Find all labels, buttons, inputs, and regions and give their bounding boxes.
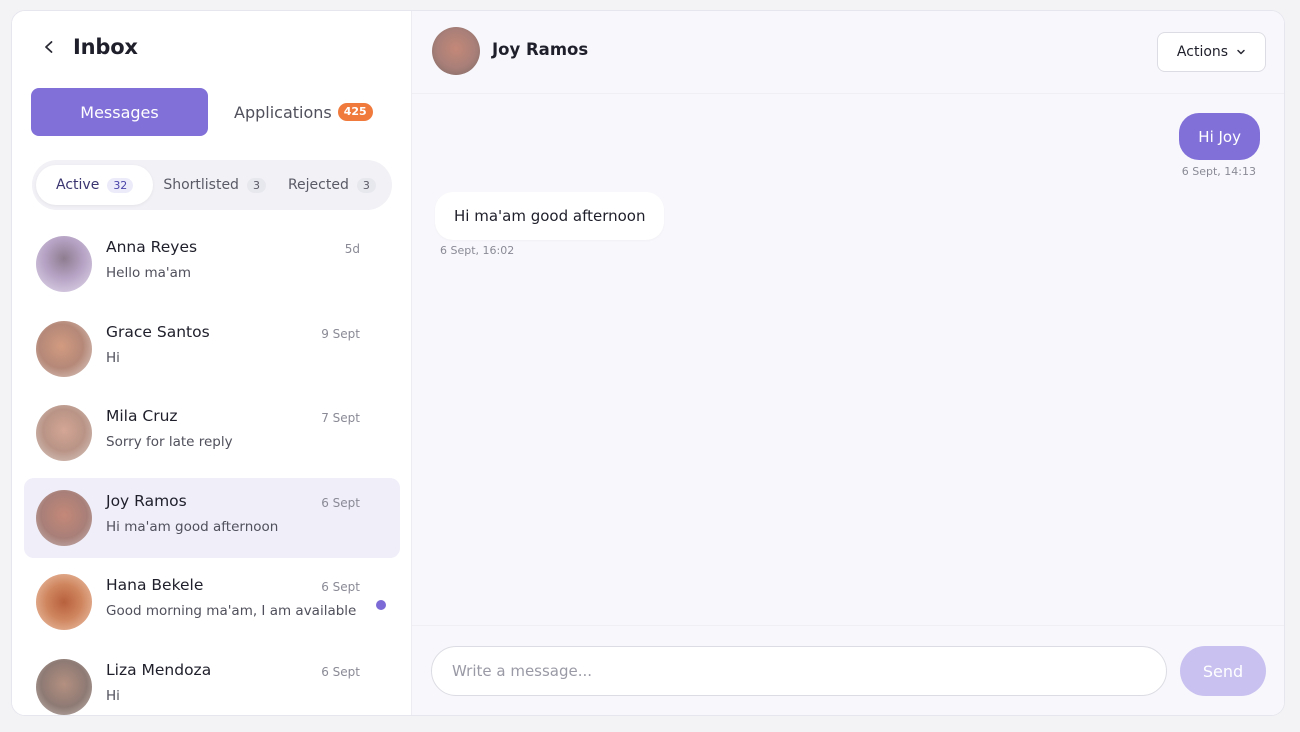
conversation-name: Grace Santos xyxy=(106,322,210,341)
conversation-time: 9 Sept xyxy=(321,326,360,341)
conversation-name: Joy Ramos xyxy=(106,491,187,510)
chat-header: Joy Ramos Actions xyxy=(412,11,1284,94)
incoming-message-bubble: Hi ma'am good afternoon xyxy=(435,192,665,240)
conversation-preview: Hi xyxy=(106,349,120,366)
conversation-item[interactable]: Mila Cruz Sorry for late reply 7 Sept xyxy=(24,393,400,473)
inbox-sidebar: Inbox Messages Applications 425 Active 3… xyxy=(12,11,412,715)
message-composer: Send xyxy=(412,625,1284,715)
chevron-down-icon xyxy=(1236,47,1246,57)
avatar xyxy=(36,320,92,377)
conversation-time: 6 Sept xyxy=(321,580,360,594)
status-filter-bar: Active 32 Shortlisted 3 Rejected 3 xyxy=(32,160,392,210)
app-window: Inbox Messages Applications 425 Active 3… xyxy=(11,10,1285,716)
contact-name: Joy Ramos xyxy=(492,40,589,59)
filter-shortlisted[interactable]: Shortlisted 3 xyxy=(153,165,276,205)
conversation-preview: Hi ma'am good afternoon xyxy=(106,518,279,535)
conversation-name: Mila Cruz xyxy=(106,407,178,425)
conversation-time: 6 Sept xyxy=(321,495,360,510)
incoming-message-time: 6 Sept, 16:02 xyxy=(440,244,515,257)
conversation-name: Liza Mendoza xyxy=(106,660,212,679)
tab-applications[interactable]: Applications 425 xyxy=(234,103,373,122)
conversation-preview: Hi xyxy=(106,687,120,704)
conversation-time: 7 Sept xyxy=(321,411,360,425)
conversation-preview: Good morning ma'am, I am available xyxy=(106,603,357,619)
filter-shortlisted-label: Shortlisted xyxy=(163,177,239,193)
conversation-item-selected[interactable]: Joy Ramos Hi ma'am good afternoon 6 Sept xyxy=(24,477,400,558)
tab-applications-label: Applications xyxy=(234,102,332,122)
conversation-time: 6 Sept xyxy=(321,664,360,679)
conversation-name: Hana Bekele xyxy=(106,576,204,594)
send-button[interactable]: Send xyxy=(1180,646,1266,696)
outgoing-message-time: 6 Sept, 14:13 xyxy=(1181,165,1256,178)
conversation-preview: Sorry for late reply xyxy=(106,434,233,450)
conversation-list: Anna Reyes Hello ma'am 5d Grace Santos H… xyxy=(24,224,400,716)
message-input[interactable] xyxy=(431,646,1167,696)
avatar xyxy=(36,405,92,461)
outgoing-message-bubble: Hi Joy xyxy=(1179,113,1260,160)
unread-indicator xyxy=(376,600,386,610)
conversation-time: 5d xyxy=(344,242,360,256)
filter-active[interactable]: Active 32 xyxy=(36,165,154,205)
page-title: Inbox xyxy=(73,35,138,59)
actions-label: Actions xyxy=(1176,44,1229,60)
filter-active-count: 32 xyxy=(107,177,134,193)
avatar xyxy=(36,489,92,546)
filter-rejected[interactable]: Rejected 3 xyxy=(276,165,388,205)
chat-pane: Joy Ramos Actions Hi Joy 6 Sept, 14:13 H… xyxy=(412,11,1284,715)
conversation-item[interactable]: Anna Reyes Hello ma'am 5d xyxy=(24,224,400,304)
conversation-item[interactable]: Hana Bekele Good morning ma'am, I am ava… xyxy=(24,562,400,642)
avatar xyxy=(36,236,92,292)
actions-dropdown-button[interactable]: Actions xyxy=(1157,32,1266,72)
conversation-item[interactable]: Liza Mendoza Hi 6 Sept xyxy=(24,647,400,716)
conversation-item[interactable]: Grace Santos Hi 9 Sept xyxy=(24,309,400,389)
inbox-header: Inbox xyxy=(37,35,138,59)
tab-messages[interactable]: Messages xyxy=(31,88,208,136)
contact-avatar xyxy=(432,27,480,75)
conversation-preview: Hello ma'am xyxy=(106,265,192,281)
applications-count-badge: 425 xyxy=(337,103,373,121)
avatar xyxy=(36,658,92,715)
filter-rejected-count: 3 xyxy=(356,177,376,193)
filter-active-label: Active xyxy=(56,177,100,193)
back-arrow-icon[interactable] xyxy=(37,35,61,59)
main-tabs: Messages Applications 425 xyxy=(31,88,373,136)
conversation-name: Anna Reyes xyxy=(106,238,198,256)
avatar xyxy=(36,574,92,630)
filter-rejected-label: Rejected xyxy=(287,177,349,193)
filter-shortlisted-count: 3 xyxy=(246,177,266,193)
